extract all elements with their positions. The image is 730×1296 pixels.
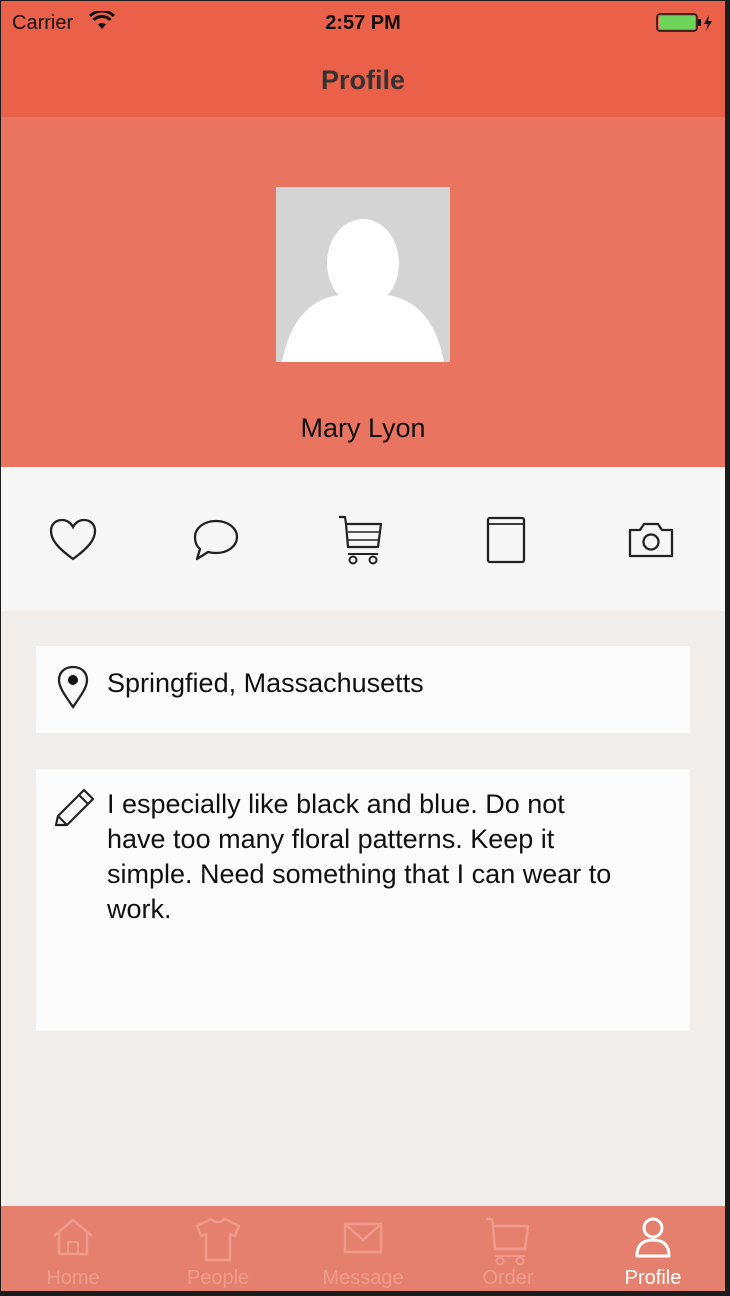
page-title: Profile: [320, 65, 406, 95]
camera-icon: [628, 522, 674, 558]
tab-home-label: Home: [46, 1267, 100, 1289]
tab-home[interactable]: Home: [1, 1206, 145, 1291]
battery-icon: [656, 13, 716, 38]
pencil-icon: [52, 787, 100, 834]
tab-bar: Home People Message Order Profile: [1, 1206, 725, 1291]
action-row: [1, 467, 725, 611]
orders-book-button[interactable]: [481, 515, 531, 565]
profile-header: Mary Lyon: [1, 117, 725, 467]
book-icon: [486, 516, 526, 564]
location-card[interactable]: Springfied, Massachusetts: [36, 646, 690, 733]
avatar[interactable]: [276, 187, 450, 362]
notes-card[interactable]: I especially like black and blue. Do not…: [36, 769, 690, 1031]
tab-order-label: Order: [482, 1267, 534, 1289]
tab-message[interactable]: Message: [291, 1206, 435, 1291]
status-bar: Carrier 2:57 PM: [1, 1, 725, 45]
status-time: 2:57 PM: [325, 12, 401, 34]
notes-text: I especially like black and blue. Do not…: [107, 789, 612, 924]
envelope-icon: [343, 1222, 383, 1254]
navigation-bar: Profile: [1, 45, 725, 117]
comment-icon: [193, 519, 239, 561]
favorites-button[interactable]: [48, 515, 98, 565]
tab-people-label: People: [186, 1267, 250, 1289]
person-silhouette-icon: [282, 219, 444, 362]
cart-button[interactable]: [336, 515, 386, 565]
messages-button[interactable]: [191, 515, 241, 565]
home-icon: [53, 1218, 93, 1256]
cart-icon: [339, 515, 383, 565]
shirt-icon: [195, 1217, 241, 1262]
tab-order[interactable]: Order: [436, 1206, 580, 1291]
cart-icon: [486, 1217, 530, 1266]
location-text: Springfied, Massachusetts: [107, 668, 424, 698]
heart-icon: [49, 518, 97, 561]
tab-profile[interactable]: Profile: [581, 1206, 725, 1291]
camera-button[interactable]: [626, 515, 676, 565]
tab-message-label: Message: [322, 1267, 404, 1289]
user-name: Mary Lyon: [300, 413, 426, 443]
phone-screen: Carrier 2:57 PM Profile Mary Lyon Spring…: [1, 1, 725, 1291]
tab-profile-label: Profile: [624, 1267, 682, 1289]
person-icon: [635, 1217, 671, 1258]
tab-people[interactable]: People: [146, 1206, 290, 1291]
location-pin-icon: [56, 664, 90, 715]
